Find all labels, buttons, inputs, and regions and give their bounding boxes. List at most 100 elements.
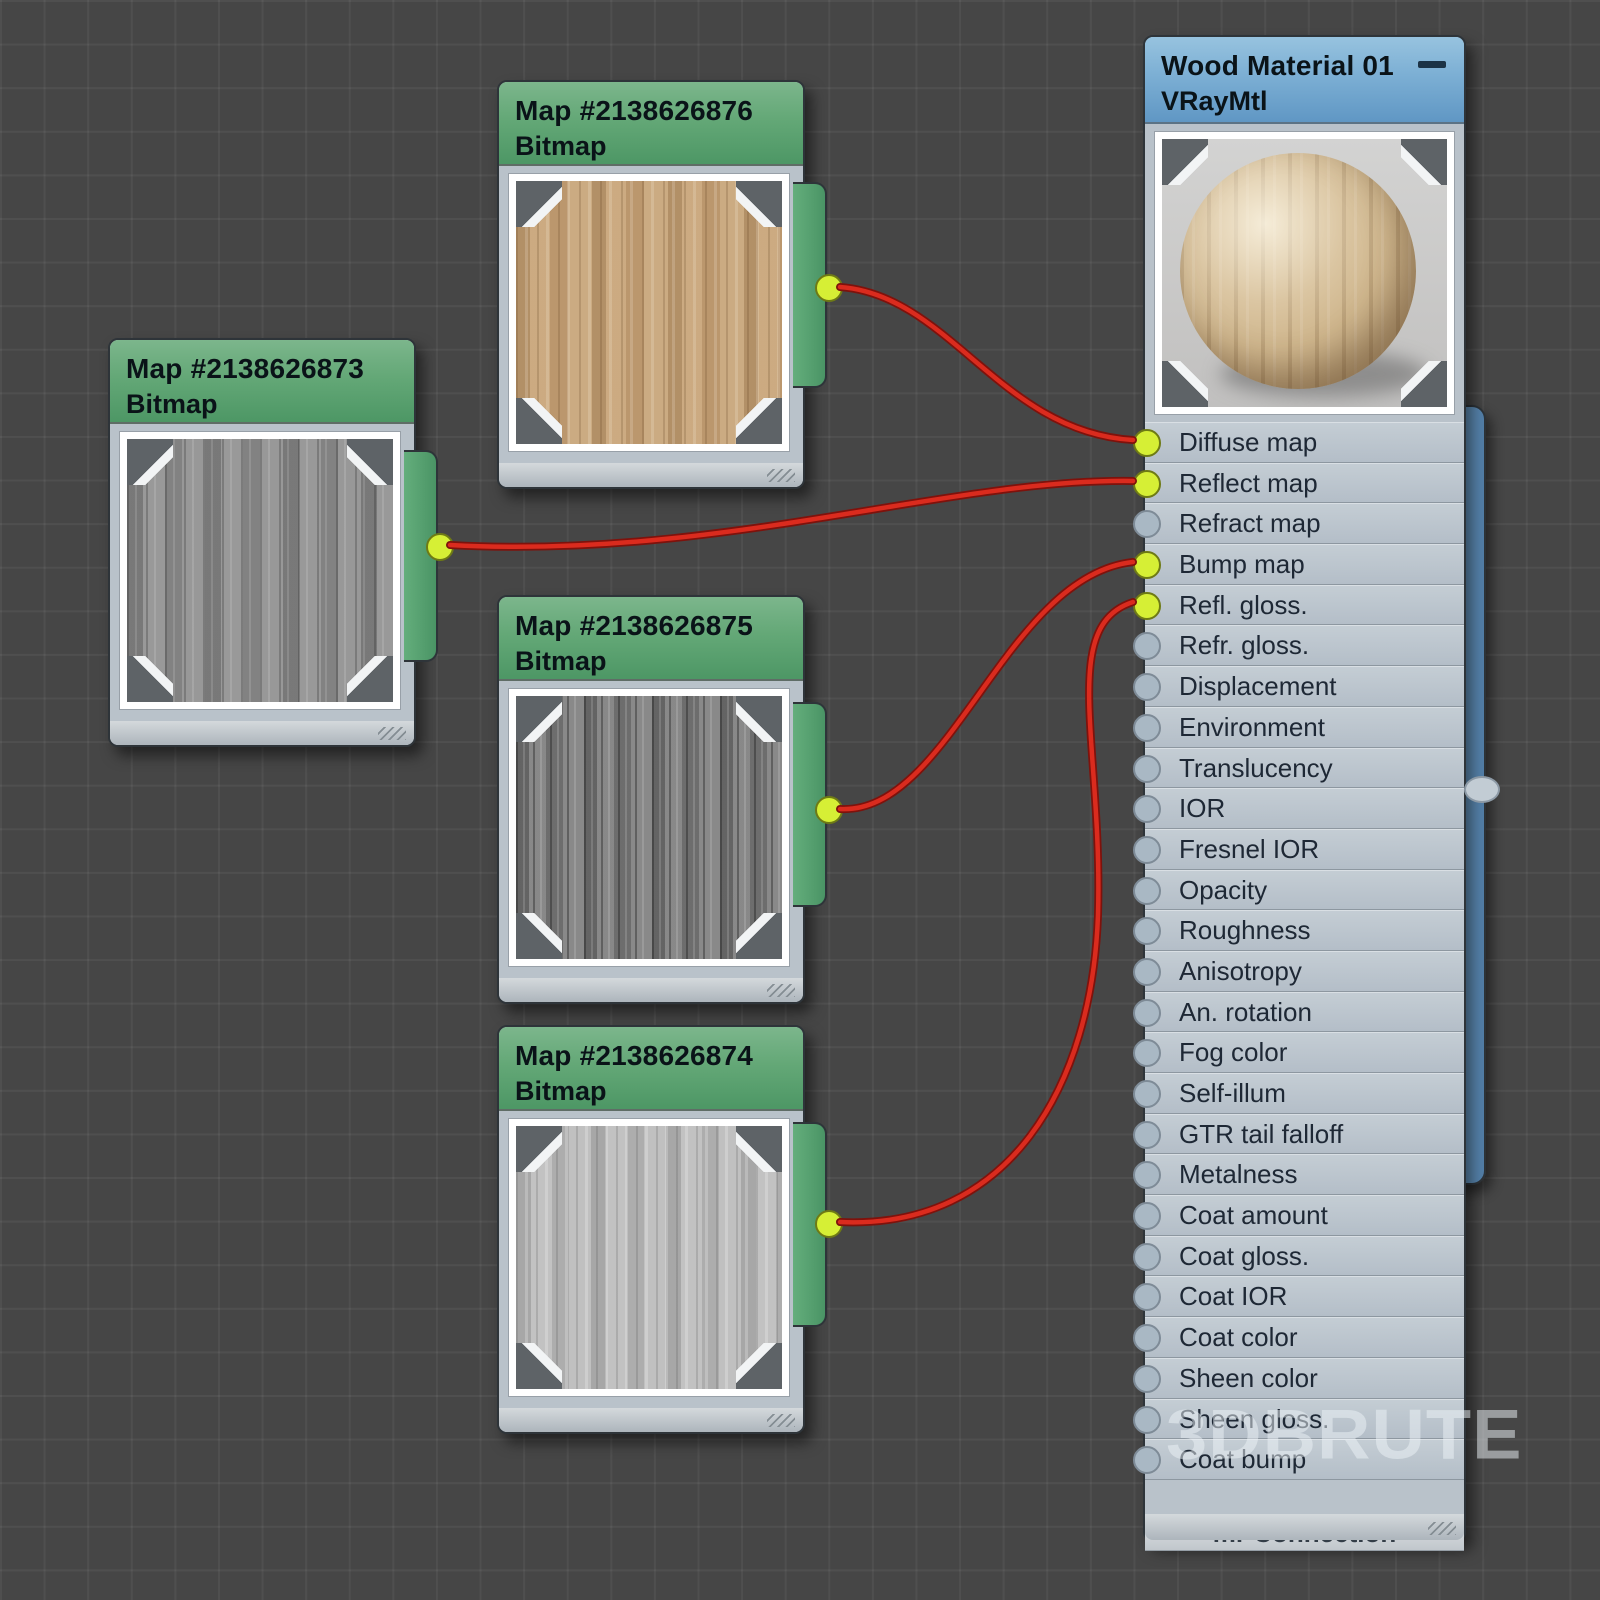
input-label: IOR (1179, 789, 1464, 828)
input-socket-coat-gloss[interactable] (1133, 1243, 1161, 1271)
output-socket[interactable] (815, 274, 843, 302)
input-label: An. rotation (1179, 993, 1464, 1032)
material-node-wood-material-01[interactable]: Wood Material 01 VRayMtl Diffuse mapRefl… (1143, 35, 1466, 1542)
input-socket-sheen-color[interactable] (1133, 1365, 1161, 1393)
material-input-row-refr-gloss[interactable]: Refr. gloss. (1145, 625, 1464, 666)
material-input-row-anisotropy[interactable]: Anisotropy (1145, 951, 1464, 992)
material-input-row-roughness[interactable]: Roughness (1145, 910, 1464, 951)
map-resize-bar[interactable] (499, 1408, 803, 1432)
map-node-2138626875[interactable]: Map #2138626875 Bitmap (497, 595, 805, 1004)
material-resize-bar[interactable] (1145, 1514, 1464, 1540)
input-socket-sheen-gloss[interactable] (1133, 1406, 1161, 1434)
input-socket-refr-gloss[interactable] (1133, 632, 1161, 660)
material-input-row-gtr-tail-falloff[interactable]: GTR tail falloff (1145, 1114, 1464, 1155)
preview-corner-mark (736, 696, 782, 742)
material-input-row-refl-gloss[interactable]: Refl. gloss. (1145, 585, 1464, 626)
resize-grip-icon[interactable] (767, 469, 795, 482)
input-socket-opacity[interactable] (1133, 877, 1161, 905)
resize-grip-icon[interactable] (767, 984, 795, 997)
bitmap-preview-dark-gray-wood[interactable] (509, 689, 789, 966)
material-input-row-fresnel-ior[interactable]: Fresnel IOR (1145, 829, 1464, 870)
material-input-row-metalness[interactable]: Metalness (1145, 1154, 1464, 1195)
map-resize-bar[interactable] (110, 721, 414, 745)
material-preview-sphere[interactable] (1155, 132, 1454, 414)
input-socket-diffuse-map[interactable] (1133, 429, 1161, 457)
map-node-header[interactable]: Map #2138626873 Bitmap (110, 340, 414, 424)
material-input-row-opacity[interactable]: Opacity (1145, 870, 1464, 911)
resize-grip-icon[interactable] (767, 1414, 795, 1427)
input-socket-displacement[interactable] (1133, 673, 1161, 701)
input-label: Opacity (1179, 871, 1464, 910)
material-input-row-diffuse-map[interactable]: Diffuse map (1145, 422, 1464, 463)
input-socket-bump-map[interactable] (1133, 551, 1161, 579)
map-node-type: Bitmap (515, 130, 787, 162)
resize-grip-icon[interactable] (1428, 1522, 1456, 1535)
map-node-header[interactable]: Map #2138626874 Bitmap (499, 1027, 803, 1111)
material-input-row-refract-map[interactable]: Refract map (1145, 503, 1464, 544)
collapse-minus-icon[interactable] (1418, 61, 1446, 68)
input-socket-refl-gloss[interactable] (1133, 592, 1161, 620)
map-node-type: Bitmap (126, 388, 398, 420)
bitmap-preview-tan-wood[interactable] (509, 174, 789, 451)
material-input-row-self-illum[interactable]: Self-illum (1145, 1073, 1464, 1114)
output-socket[interactable] (815, 796, 843, 824)
input-label: Displacement (1179, 667, 1464, 706)
bitmap-preview-light-gray-wood[interactable] (509, 1119, 789, 1396)
wire-diffuse-map[interactable] (840, 287, 1133, 440)
map-node-2138626873[interactable]: Map #2138626873 Bitmap (108, 338, 416, 747)
material-input-row-bump-map[interactable]: Bump map (1145, 544, 1464, 585)
output-socket[interactable] (815, 1210, 843, 1238)
preview-corner-mark (347, 439, 393, 485)
resize-grip-icon[interactable] (378, 727, 406, 740)
material-input-row-coat-gloss[interactable]: Coat gloss. (1145, 1236, 1464, 1277)
input-socket-fresnel-ior[interactable] (1133, 836, 1161, 864)
input-socket-coat-color[interactable] (1133, 1324, 1161, 1352)
slate-material-editor-canvas[interactable]: { "material_node": { "title": "Wood Mate… (0, 0, 1600, 1600)
material-node-header[interactable]: Wood Material 01 VRayMtl (1145, 37, 1464, 124)
material-input-row-fog-color[interactable]: Fog color (1145, 1032, 1464, 1073)
material-input-row-coat-ior[interactable]: Coat IOR (1145, 1276, 1464, 1317)
material-input-row-reflect-map[interactable]: Reflect map (1145, 463, 1464, 504)
wire-reflect-map[interactable] (450, 481, 1133, 547)
input-socket-fog-color[interactable] (1133, 1039, 1161, 1067)
map-node-header[interactable]: Map #2138626876 Bitmap (499, 82, 803, 166)
input-socket-translucency[interactable] (1133, 755, 1161, 783)
wire-refl-gloss[interactable] (840, 602, 1133, 1222)
wire-bump-map[interactable] (840, 562, 1133, 809)
preview-corner-mark (1162, 139, 1208, 185)
input-socket-environment[interactable] (1133, 714, 1161, 742)
preview-corner-mark (516, 696, 562, 742)
material-input-row-an-rotation[interactable]: An. rotation (1145, 992, 1464, 1033)
input-socket-an-rotation[interactable] (1133, 999, 1161, 1027)
material-input-row-sheen-color[interactable]: Sheen color (1145, 1358, 1464, 1399)
map-node-2138626874[interactable]: Map #2138626874 Bitmap (497, 1025, 805, 1434)
map-resize-bar[interactable] (499, 463, 803, 487)
material-input-row-environment[interactable]: Environment (1145, 707, 1464, 748)
input-socket-reflect-map[interactable] (1133, 470, 1161, 498)
input-socket-roughness[interactable] (1133, 917, 1161, 945)
material-input-row-coat-amount[interactable]: Coat amount (1145, 1195, 1464, 1236)
input-label: Refract map (1179, 504, 1464, 543)
map-resize-bar[interactable] (499, 978, 803, 1002)
map-node-header[interactable]: Map #2138626875 Bitmap (499, 597, 803, 681)
input-socket-self-illum[interactable] (1133, 1080, 1161, 1108)
preview-corner-mark (1401, 139, 1447, 185)
bitmap-preview-gray-wood[interactable] (120, 432, 400, 709)
material-input-row-coat-color[interactable]: Coat color (1145, 1317, 1464, 1358)
preview-corner-mark (516, 913, 562, 959)
input-socket-metalness[interactable] (1133, 1161, 1161, 1189)
material-output-socket[interactable] (1464, 776, 1500, 803)
input-socket-anisotropy[interactable] (1133, 958, 1161, 986)
input-socket-coat-amount[interactable] (1133, 1202, 1161, 1230)
input-socket-gtr-tail-falloff[interactable] (1133, 1121, 1161, 1149)
material-input-row-translucency[interactable]: Translucency (1145, 748, 1464, 789)
input-socket-coat-bump[interactable] (1133, 1446, 1161, 1474)
input-socket-refract-map[interactable] (1133, 510, 1161, 538)
material-input-row-displacement[interactable]: Displacement (1145, 666, 1464, 707)
input-label: Coat IOR (1179, 1277, 1464, 1316)
output-socket[interactable] (426, 533, 454, 561)
input-socket-ior[interactable] (1133, 795, 1161, 823)
map-node-2138626876[interactable]: Map #2138626876 Bitmap (497, 80, 805, 489)
input-socket-coat-ior[interactable] (1133, 1283, 1161, 1311)
material-input-row-ior[interactable]: IOR (1145, 788, 1464, 829)
